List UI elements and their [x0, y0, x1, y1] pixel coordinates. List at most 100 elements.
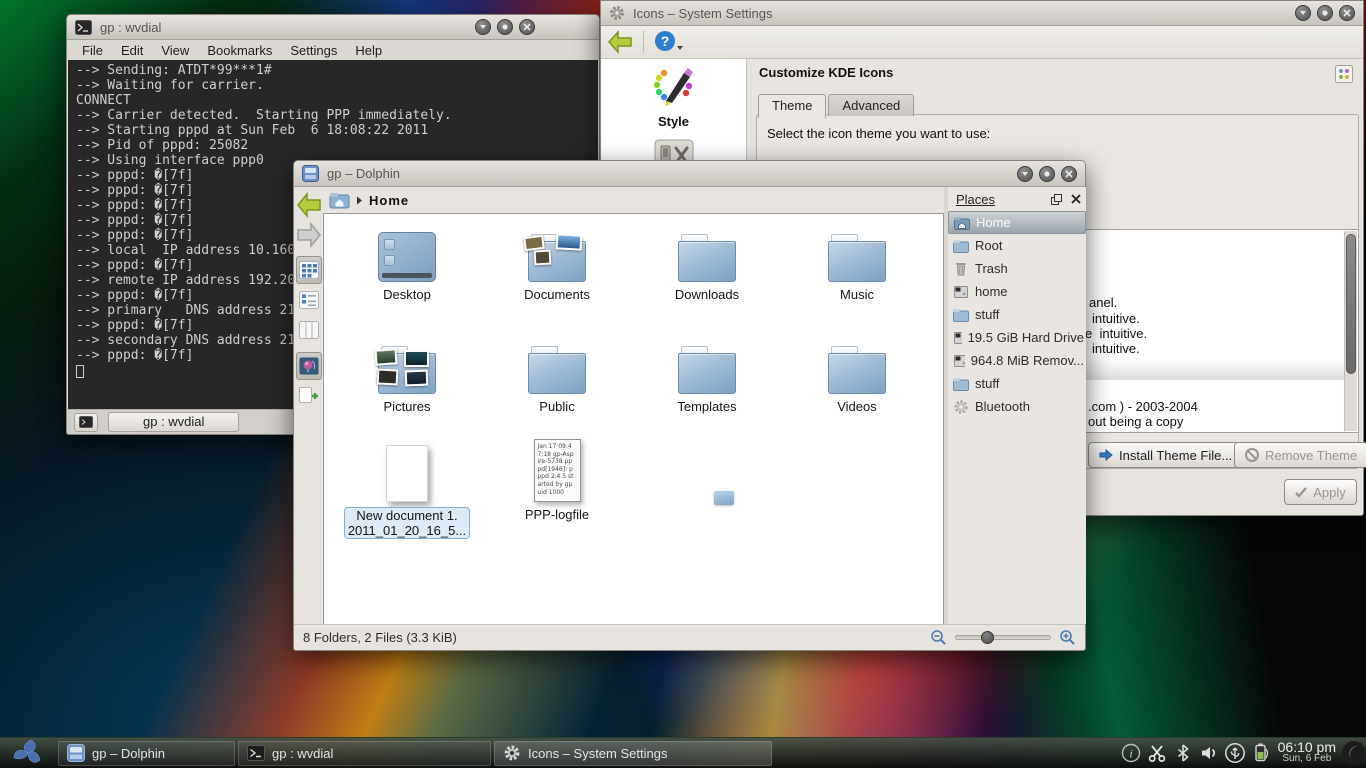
file-item-ppp-logfile[interactable]: Jan 17 09:4 7:18 gp-Asp ire-5738 pp pd[1…	[482, 440, 632, 522]
task-system-settings[interactable]: Icons – System Settings	[494, 741, 772, 766]
file-item-pictures[interactable]: Pictures	[332, 332, 482, 414]
details-view-button[interactable]	[296, 286, 322, 314]
select-theme-label: Select the icon theme you want to use:	[767, 125, 990, 143]
file-item-videos[interactable]: Videos	[782, 332, 932, 414]
battery-tray-icon[interactable]	[1248, 742, 1274, 764]
file-label: Desktop	[332, 287, 482, 302]
task-wvdial[interactable]: gp : wvdial	[238, 741, 491, 766]
breadcrumb: Home	[323, 187, 944, 213]
clock[interactable]: 06:10 pm Sun, 6 Feb	[1278, 741, 1336, 765]
zoom-slider-thumb[interactable]	[981, 631, 994, 644]
install-theme-button[interactable]: Install Theme File...	[1088, 442, 1243, 468]
file-item-documents[interactable]: Documents	[482, 220, 632, 302]
file-item-music[interactable]: Music	[782, 220, 932, 302]
breadcrumb-home[interactable]: Home	[369, 193, 409, 208]
icon-view-widget[interactable]	[1335, 65, 1353, 83]
drive-icon	[953, 354, 965, 368]
places-item-stuff1[interactable]: stuff	[948, 303, 1086, 326]
apply-button[interactable]: Apply	[1284, 479, 1357, 505]
terminal-app-icon	[247, 745, 265, 761]
settings-titlebar[interactable]: Icons – System Settings	[601, 1, 1363, 26]
theme-list-fragment: anel.	[1089, 295, 1117, 310]
dolphin-minimize-button[interactable]	[1017, 166, 1033, 182]
dolphin-maximize-button[interactable]	[1039, 166, 1055, 182]
back-arrow-icon[interactable]	[607, 30, 633, 54]
dolphin-app-icon	[67, 744, 85, 762]
help-icon[interactable]: ?	[654, 30, 684, 54]
terminal-maximize-button[interactable]	[497, 19, 513, 35]
places-item-bluetooth[interactable]: Bluetooth	[948, 395, 1086, 418]
close-panel-icon[interactable]	[1068, 191, 1084, 207]
menu-settings[interactable]: Settings	[281, 43, 346, 58]
settings-minimize-button[interactable]	[1295, 5, 1311, 21]
settings-maximize-button[interactable]	[1317, 5, 1333, 21]
theme-list-fragment: intuitive.	[1092, 311, 1140, 326]
file-item-public[interactable]: Public	[482, 332, 632, 414]
scrollbar-thumb[interactable]	[1346, 234, 1356, 374]
places-item-stuff2[interactable]: stuff	[948, 372, 1086, 395]
file-label: Downloads	[632, 287, 782, 302]
dolphin-titlebar[interactable]: gp – Dolphin	[294, 161, 1085, 187]
home-folder-icon[interactable]	[329, 191, 350, 209]
places-item-home[interactable]: Home	[948, 211, 1086, 234]
terminal-cursor	[76, 365, 84, 378]
klipper-scissors-icon[interactable]	[1144, 742, 1170, 764]
places-item-hard-drive[interactable]: 19.5 GiB Hard Drive	[948, 326, 1086, 349]
places-item-root[interactable]: Root	[948, 234, 1086, 257]
forward-button[interactable]	[296, 221, 322, 249]
zoom-slider[interactable]	[955, 635, 1051, 640]
settings-toolbar: ?	[601, 26, 1363, 59]
menu-help[interactable]: Help	[346, 43, 391, 58]
dolphin-close-button[interactable]	[1061, 166, 1077, 182]
terminal-line: --> Waiting for carrier.	[76, 78, 590, 93]
task-dolphin[interactable]: gp – Dolphin	[58, 741, 235, 766]
new-tab-button[interactable]	[74, 413, 98, 432]
menu-view[interactable]: View	[152, 43, 198, 58]
preview-button[interactable]	[296, 352, 322, 380]
places-item-trash[interactable]: Trash	[948, 257, 1086, 280]
settings-close-button[interactable]	[1339, 5, 1355, 21]
gear-icon	[503, 744, 521, 762]
file-item-desktop[interactable]: Desktop	[332, 220, 482, 302]
columns-view-button[interactable]	[296, 316, 322, 344]
menu-file[interactable]: File	[73, 43, 112, 58]
thumbnail-artifact	[714, 491, 734, 505]
tab-theme[interactable]: Theme	[758, 94, 826, 118]
sidebar-item-style[interactable]: Style	[601, 59, 746, 129]
terminal-tab[interactable]: gp : wvdial	[108, 412, 239, 432]
theme-list-scrollbar[interactable]	[1344, 231, 1357, 431]
folder-view[interactable]: Desktop Documents Downloads Music	[323, 213, 944, 626]
places-item-home-drive[interactable]: home	[948, 280, 1086, 303]
menu-bookmarks[interactable]: Bookmarks	[198, 43, 281, 58]
bluetooth-tray-icon[interactable]	[1170, 742, 1196, 764]
launcher-icon[interactable]	[8, 738, 48, 768]
folder-icon	[828, 234, 886, 282]
panel-cashew-icon[interactable]	[1340, 739, 1366, 767]
zoom-in-icon[interactable]	[1059, 629, 1076, 646]
remove-theme-button[interactable]: Remove Theme	[1234, 442, 1366, 468]
places-item-removable[interactable]: 964.8 MiB Remov...	[948, 349, 1086, 372]
folder-icon	[678, 346, 736, 394]
float-panel-icon[interactable]	[1048, 191, 1064, 207]
folder-icon	[953, 308, 969, 322]
usb-device-tray-icon[interactable]	[1222, 742, 1248, 764]
terminal-close-button[interactable]	[519, 19, 535, 35]
zoom-out-icon[interactable]	[930, 629, 947, 646]
file-item-new-document[interactable]: New document 1. 2011_01_20_16_5...	[332, 440, 482, 539]
breadcrumb-separator-icon	[356, 196, 363, 205]
terminal-titlebar[interactable]: gp : wvdial	[67, 15, 599, 40]
file-label: Documents	[482, 287, 632, 302]
notifications-tray-icon[interactable]: i	[1118, 742, 1144, 764]
file-item-downloads[interactable]: Downloads	[632, 220, 782, 302]
volume-tray-icon[interactable]	[1196, 742, 1222, 764]
places-header[interactable]: Places	[948, 187, 1086, 211]
file-item-templates[interactable]: Templates	[632, 332, 782, 414]
menu-edit[interactable]: Edit	[112, 43, 152, 58]
tab-advanced[interactable]: Advanced	[828, 94, 914, 116]
file-label: Pictures	[332, 399, 482, 414]
terminal-minimize-button[interactable]	[475, 19, 491, 35]
back-button[interactable]	[296, 191, 322, 219]
icons-view-button[interactable]	[296, 256, 322, 284]
terminal-line: --> Carrier detected. Starting PPP immed…	[76, 108, 590, 123]
split-view-button[interactable]	[296, 382, 322, 410]
